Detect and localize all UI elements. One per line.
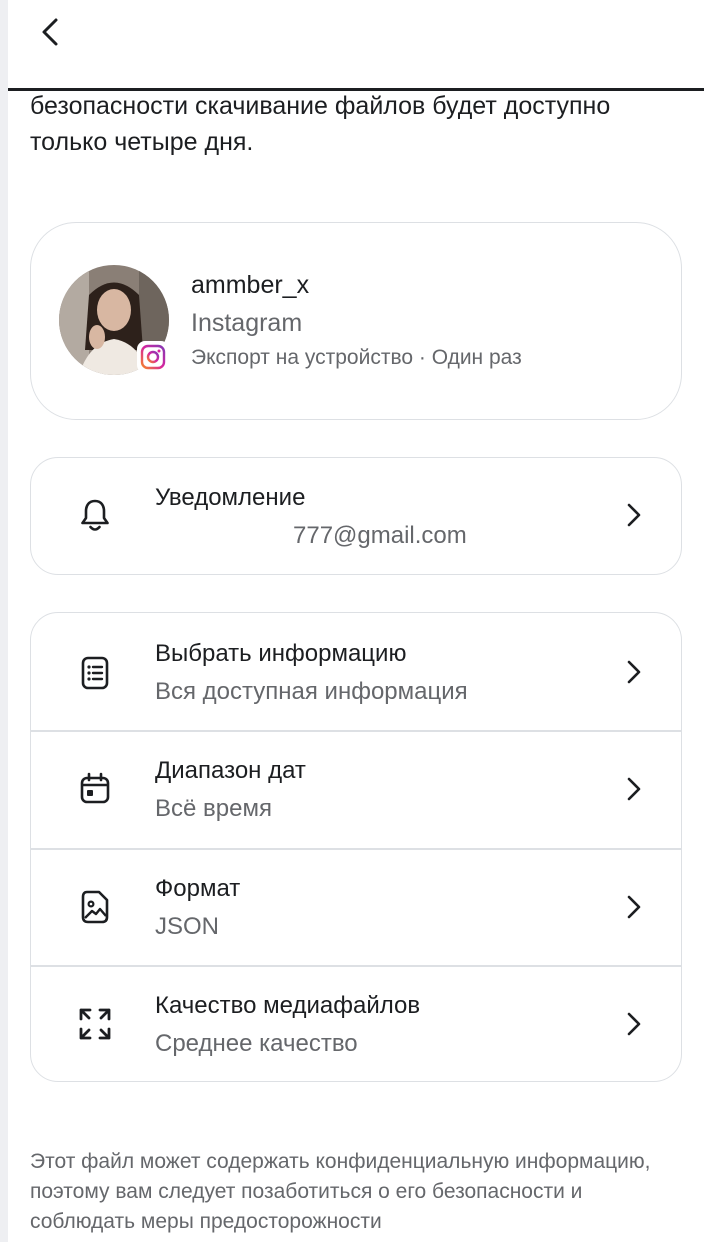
settings-row-format[interactable]: Формат JSON bbox=[31, 849, 681, 966]
settings-row-value: Всё время bbox=[155, 795, 272, 822]
notification-email: 777@gmail.com bbox=[293, 522, 467, 549]
export-settings-list: Выбрать информацию Вся доступная информа… bbox=[30, 612, 682, 1082]
settings-row-title: Качество медиафайлов bbox=[155, 992, 421, 1019]
notification-row[interactable]: Уведомление 777@gmail.com bbox=[30, 457, 682, 575]
settings-row-information[interactable]: Выбрать информацию Вся доступная информа… bbox=[31, 613, 681, 730]
export-info: Экспорт на устройство · Один раз bbox=[191, 346, 522, 369]
privacy-notice: Этот файл может содержать конфиденциальн… bbox=[30, 1150, 651, 1233]
document-list-icon bbox=[75, 653, 115, 693]
settings-row-title: Формат bbox=[155, 875, 241, 902]
settings-row-title: Выбрать информацию bbox=[155, 640, 407, 667]
chevron-right-icon bbox=[623, 776, 645, 802]
settings-row-media-quality[interactable]: Качество медиафайлов Среднее качество bbox=[31, 966, 681, 1083]
account-card[interactable]: ammber_x Instagram Экспорт на устройство… bbox=[30, 222, 682, 420]
chevron-left-icon bbox=[42, 18, 58, 46]
bell-icon bbox=[75, 496, 115, 536]
expand-arrows-icon bbox=[75, 1004, 115, 1044]
back-button[interactable] bbox=[28, 10, 72, 54]
account-platform: Instagram bbox=[191, 309, 303, 337]
intro-text: безопасности скачивание файлов будет дос… bbox=[30, 92, 611, 156]
settings-row-value: Среднее качество bbox=[155, 1030, 358, 1057]
instagram-icon bbox=[137, 341, 169, 373]
settings-row-title: Диапазон дат bbox=[155, 757, 306, 784]
settings-row-date-range[interactable]: Диапазон дат Всё время bbox=[31, 731, 681, 848]
chevron-right-icon bbox=[623, 659, 645, 685]
settings-row-value: JSON bbox=[155, 913, 220, 940]
file-image-icon bbox=[75, 887, 115, 927]
account-username: ammber_x bbox=[191, 271, 310, 299]
page: безопасности скачивание файлов будет дос… bbox=[0, 0, 704, 1242]
left-edge-strip bbox=[0, 0, 8, 1242]
calendar-icon bbox=[75, 769, 115, 809]
chevron-right-icon bbox=[623, 502, 645, 528]
chevron-right-icon bbox=[623, 1011, 645, 1037]
top-bar bbox=[8, 0, 704, 91]
chevron-right-icon bbox=[623, 894, 645, 920]
settings-row-value: Вся доступная информация bbox=[155, 678, 468, 705]
notification-title: Уведомление bbox=[155, 484, 306, 511]
